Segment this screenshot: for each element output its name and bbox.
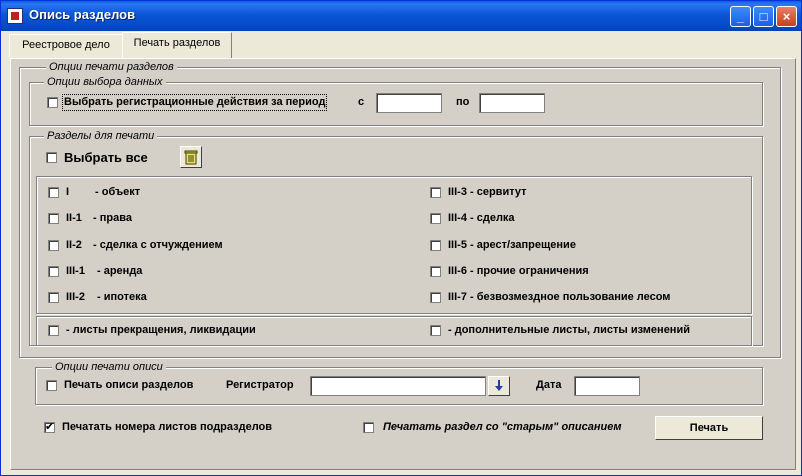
section-label-iii-2-code: III-2 <box>66 291 85 303</box>
print-button[interactable]: Печать <box>655 416 763 440</box>
from-label: с <box>358 96 365 108</box>
tab-registry-case[interactable]: Реестровое дело <box>9 34 123 57</box>
section-checkbox-iii-7[interactable] <box>430 292 441 303</box>
section-checkbox-iii-5[interactable] <box>430 240 441 251</box>
print-inventory-label: Печать описи разделов <box>64 379 194 391</box>
print-options-legend: Опции печати разделов <box>46 60 177 74</box>
data-options-group: Опции выбора данных Выбрать регистрацион… <box>29 75 763 126</box>
close-icon: × <box>782 9 791 24</box>
section-checkbox-iii-6[interactable] <box>430 266 441 277</box>
section-checkbox-iii-3[interactable] <box>430 187 441 198</box>
registrar-field[interactable] <box>310 376 486 396</box>
section-label-iii-7: III-7 - безвозмездное пользование лесом <box>448 291 671 303</box>
select-all-label[interactable]: Выбрать все <box>64 150 148 166</box>
print-sheet-numbers-checkbox[interactable] <box>44 420 55 433</box>
title-bar[interactable]: Опись разделов _ □ × <box>1 1 801 31</box>
minimize-icon: _ <box>736 9 745 24</box>
additional-sheets-checkbox[interactable] <box>430 325 441 336</box>
to-date-field[interactable] <box>479 93 545 113</box>
app-icon <box>7 8 23 24</box>
section-checkbox-ii-2[interactable] <box>48 240 59 251</box>
window-title: Опись разделов <box>29 7 136 22</box>
section-label-i-desc: - объект <box>95 186 141 198</box>
date-label: Дата <box>536 379 562 391</box>
registrar-picker-button[interactable] <box>488 376 510 396</box>
section-checkbox-iii-2[interactable] <box>48 292 59 303</box>
section-checkbox-ii-1[interactable] <box>48 213 59 224</box>
registrar-label: Регистратор <box>226 379 294 391</box>
trash-icon <box>184 150 198 165</box>
section-checkbox-iii-4[interactable] <box>430 213 441 224</box>
maximize-icon: □ <box>759 9 768 24</box>
print-inventory-checkbox[interactable] <box>46 380 57 391</box>
section-label-ii-2-code: II-2 <box>66 239 82 251</box>
period-checkbox[interactable] <box>47 97 58 108</box>
dropdown-arrow-icon <box>495 380 503 391</box>
print-sheet-numbers-label: Печатать номера листов подразделов <box>62 421 273 433</box>
termination-sheets-label: - листы прекращения, ликвидации <box>66 324 256 336</box>
section-label-iii-1-desc: - аренда <box>97 265 143 277</box>
select-all-checkbox[interactable] <box>46 152 57 163</box>
maximize-button[interactable]: □ <box>753 6 774 27</box>
section-label-iii-6: III-6 - прочие ограничения <box>448 265 589 277</box>
additional-sheets-label: - дополнительные листы, листы изменений <box>448 324 690 336</box>
to-label: по <box>456 96 470 108</box>
section-label-iii-4: III-4 - сделка <box>448 212 515 224</box>
tab-page: Опции печати разделов Опции выбора данны… <box>10 58 796 470</box>
section-label-iii-1-code: III-1 <box>66 265 85 277</box>
extra-sheets-panel: - листы прекращения, ликвидации - дополн… <box>36 316 752 346</box>
section-label-iii-3: III-3 - сервитут <box>448 186 527 198</box>
sections-legend: Разделы для печати <box>44 129 158 143</box>
tab-print-sections[interactable]: Печать разделов <box>122 32 232 58</box>
data-options-legend: Опции выбора данных <box>44 75 166 89</box>
section-label-iii-5: III-5 - арест/запрещение <box>448 239 576 251</box>
section-label-ii-1-code: II-1 <box>66 212 82 224</box>
section-checkbox-i[interactable] <box>48 187 59 198</box>
minimize-button[interactable]: _ <box>730 6 751 27</box>
date-field[interactable] <box>574 376 640 396</box>
sections-group: Разделы для печати Выбрать все I - объек… <box>29 129 763 346</box>
print-options-group: Опции печати разделов Опции выбора данны… <box>19 60 781 358</box>
inventory-options-legend: Опции печати описи <box>52 360 166 374</box>
clear-button[interactable] <box>180 146 202 168</box>
section-checkbox-iii-1[interactable] <box>48 266 59 277</box>
old-description-checkbox[interactable] <box>363 422 374 433</box>
section-label-ii-2-desc: - сделка с отчуждением <box>93 239 223 251</box>
inventory-options-group: Опции печати описи Печать описи разделов… <box>35 360 763 405</box>
close-button[interactable]: × <box>776 6 797 27</box>
main-window: Опись разделов _ □ × Реестровое дело Печ… <box>0 0 802 476</box>
sections-list-panel: I - объект II-1 - права II-2 - сделка с … <box>36 176 752 314</box>
period-checkbox-label[interactable]: Выбрать регистрационные действия за пери… <box>61 94 328 111</box>
section-label-iii-2-desc: - ипотека <box>97 291 147 303</box>
old-description-label: Печатать раздел со "старым" описанием <box>383 421 622 433</box>
section-label-ii-1-desc: - права <box>93 212 132 224</box>
section-label-i-code: I <box>66 186 70 198</box>
from-date-field[interactable] <box>376 93 442 113</box>
termination-sheets-checkbox[interactable] <box>48 325 59 336</box>
